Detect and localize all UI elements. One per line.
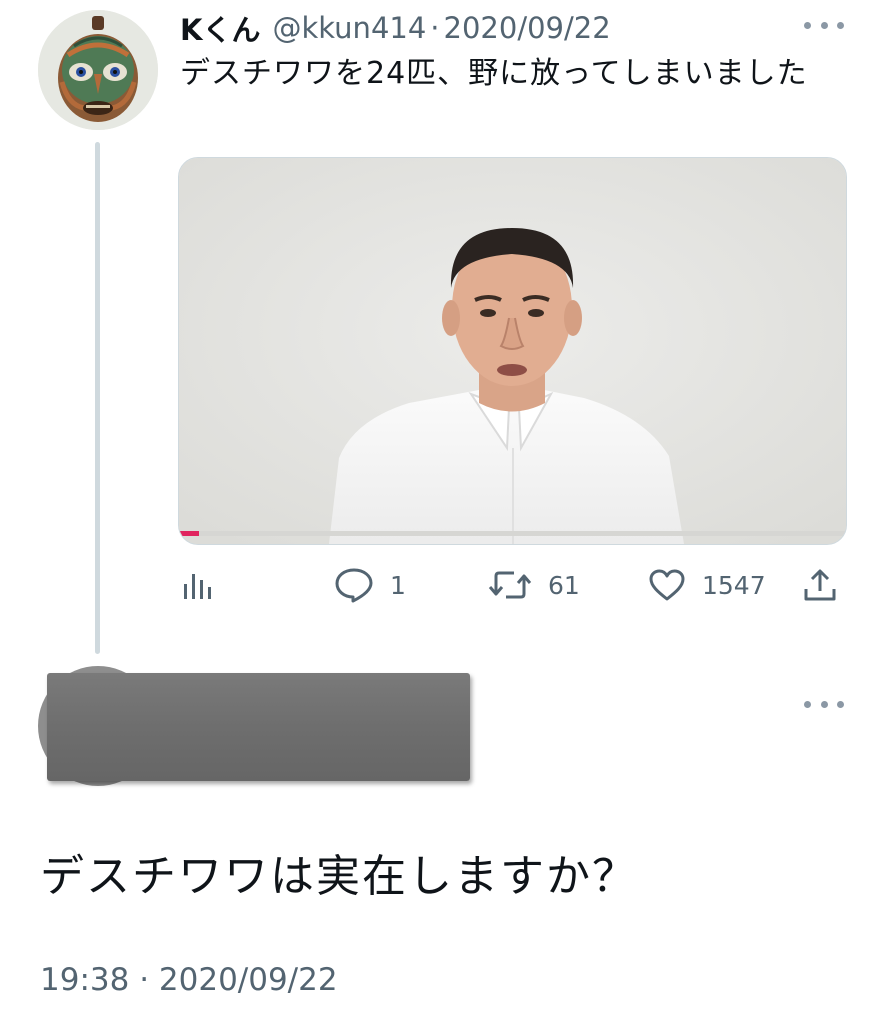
user-handle[interactable]: @kkun414 — [272, 11, 426, 45]
more-dot-icon — [820, 21, 828, 29]
reply-button[interactable]: 1 — [334, 560, 406, 610]
reply-more-options-button[interactable] — [804, 693, 844, 715]
video-frame-image — [179, 158, 846, 544]
tweet-action-bar: 1 61 1547 — [0, 560, 883, 610]
reply-count: 1 — [390, 570, 406, 600]
retweet-count: 61 — [548, 570, 580, 600]
redaction-box — [47, 673, 470, 781]
tweet-date[interactable]: 2020/09/22 — [444, 11, 611, 45]
more-dot-icon — [804, 700, 811, 708]
mask-avatar-image — [38, 10, 158, 130]
avatar[interactable] — [38, 10, 158, 130]
share-icon — [804, 569, 836, 601]
like-button[interactable]: 1547 — [648, 560, 766, 610]
more-dot-icon — [804, 21, 811, 29]
video-progress-fill — [179, 531, 199, 536]
more-dot-icon — [837, 700, 844, 708]
more-options-button[interactable] — [804, 14, 844, 36]
video-progress-track[interactable] — [179, 531, 846, 536]
video-thumbnail[interactable] — [178, 157, 847, 545]
separator-dot: · — [430, 11, 440, 45]
like-count: 1547 — [702, 570, 766, 600]
retweet-button[interactable]: 61 — [488, 560, 580, 610]
reply-icon — [335, 568, 373, 603]
more-dot-icon — [820, 700, 828, 708]
tweet-text: デスチワワを24匹、野に放ってしまいました — [180, 56, 808, 91]
tweet-header: Kくん @kkun414 · 2020/09/22 — [180, 8, 611, 48]
retweet-icon — [488, 571, 532, 599]
share-button[interactable] — [802, 560, 838, 610]
more-dot-icon — [837, 21, 844, 29]
reply-text: デスチワワは実在しますか？ — [40, 851, 638, 902]
heart-icon — [649, 569, 685, 601]
display-name[interactable]: Kくん — [180, 7, 260, 49]
reply-timestamp[interactable]: 19:38 · 2020/09/22 — [40, 962, 338, 998]
analytics-button[interactable] — [182, 560, 214, 610]
analytics-icon — [184, 574, 211, 599]
